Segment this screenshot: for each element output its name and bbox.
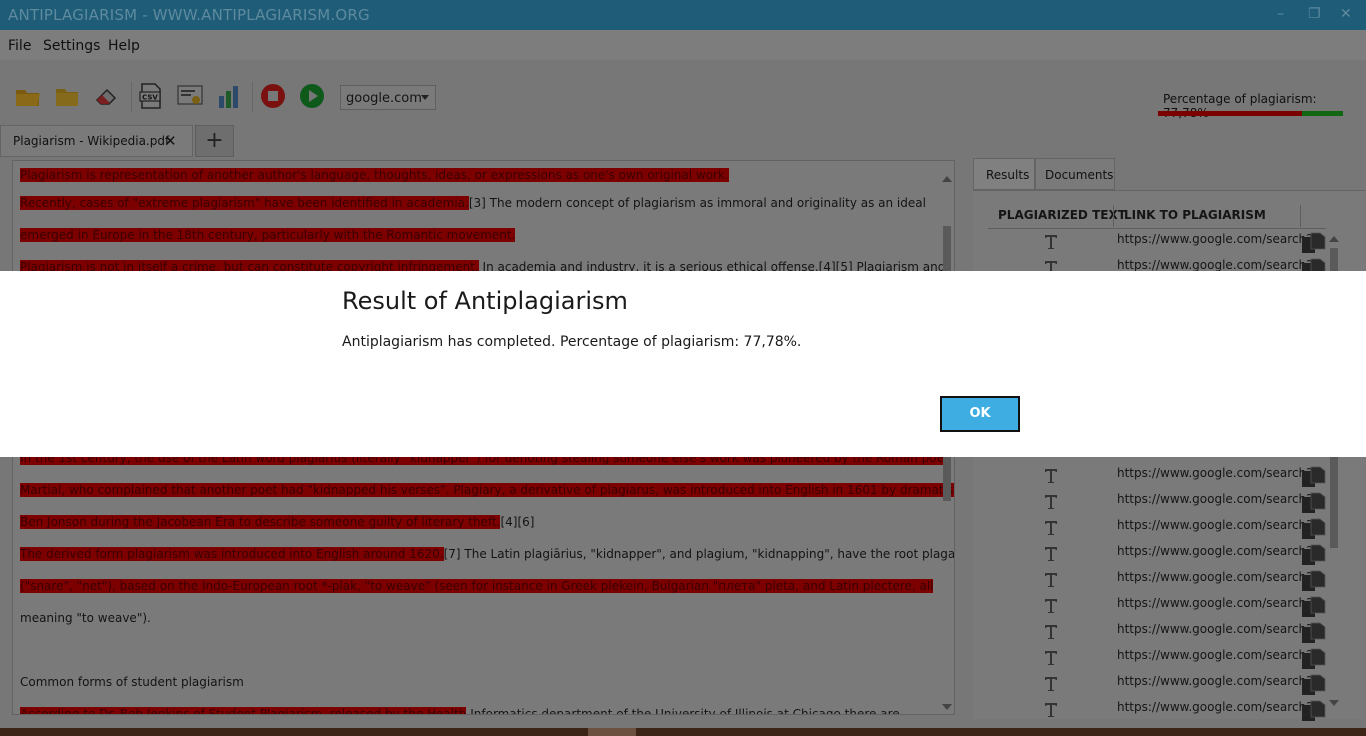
plagiarism-link[interactable]: https://www.google.com/search?q [1117,492,1320,506]
plagiarism-link[interactable]: https://www.google.com/search?q [1117,622,1320,636]
text-format-icon[interactable] [1044,650,1058,666]
title-bar: ANTIPLAGIARISM - WWW.ANTIPLAGIARISM.ORG … [0,0,1366,30]
folder-icon[interactable] [53,82,81,110]
plagiarism-link[interactable]: https://www.google.com/search?q [1117,570,1320,584]
close-tab-icon[interactable]: ✕ [164,132,177,150]
menu-file[interactable]: File [8,38,31,54]
taskbar [0,728,1366,736]
document-copy-icon[interactable] [1301,648,1327,670]
document-line: Martial, who complained that another poe… [20,483,954,497]
document-line: ("snare", "net"), based on the Indo-Euro… [20,579,934,593]
plagiarism-link[interactable]: https://www.google.com/search?q [1117,596,1320,610]
text-format-icon[interactable] [1044,598,1058,614]
document-copy-icon[interactable] [1301,622,1327,644]
chevron-down-icon [421,95,429,100]
dialog-message: Antiplagiarism has completed. Percentage… [342,334,802,350]
text-format-icon[interactable] [1044,676,1058,692]
header-divider [988,228,1326,229]
tab-document-label: Plagiarism - Wikipedia.pdf [13,134,170,148]
document-line: Recently, cases of "extreme plagiarism" … [20,196,926,210]
tab-results[interactable]: Results [973,158,1035,190]
document-copy-icon[interactable] [1301,232,1327,254]
column-header-link[interactable]: LINK TO PLAGIARISM [1124,208,1266,222]
tab-document[interactable]: Plagiarism - Wikipedia.pdf ✕ [0,125,193,157]
play-icon[interactable] [298,82,326,110]
document-line: emerged in Europe in the 18th century, p… [20,228,516,242]
search-engine-dropdown[interactable]: google.com [340,85,436,110]
certificate-icon[interactable] [176,82,204,110]
plagiarism-link[interactable]: https://www.google.com/search?q [1117,648,1320,662]
document-line: meaning "to weave"). [20,611,151,625]
plagiarism-link[interactable]: https://www.google.com/search?q [1117,518,1320,532]
scroll-up-icon[interactable] [942,176,952,182]
toolbar-separator [131,82,132,112]
text-format-icon[interactable] [1044,624,1058,640]
document-copy-icon[interactable] [1301,570,1327,592]
column-separator [1300,205,1301,227]
statistics-chart-icon[interactable] [215,82,243,110]
stop-icon[interactable] [259,82,287,110]
text-format-icon[interactable] [1044,520,1058,536]
close-window-button[interactable]: ✕ [1340,6,1352,22]
dialog-title: Result of Antiplagiarism [342,287,628,315]
plagiarism-link[interactable]: https://www.google.com/search?q [1117,700,1320,714]
document-line: Plagiarism is representation of another … [20,168,729,182]
menu-bar: File Settings Help [0,30,1366,60]
minimize-button[interactable]: – [1277,6,1284,22]
column-separator [1113,205,1114,227]
plagiarism-link[interactable]: https://www.google.com/search?q [1117,258,1320,272]
taskbar-app-button[interactable] [588,728,636,736]
document-copy-icon[interactable] [1301,674,1327,696]
scroll-down-icon[interactable] [942,704,952,710]
document-line: The derived form plagiarism was introduc… [20,547,955,561]
plagiarism-link[interactable]: https://www.google.com/search?q [1117,674,1320,688]
text-format-icon[interactable] [1044,546,1058,562]
document-copy-icon[interactable] [1301,544,1327,566]
document-line: According to Dr. Bob Jenkins of Student … [20,707,900,714]
text-format-icon[interactable] [1044,494,1058,510]
eraser-icon[interactable] [93,82,121,110]
column-header-plagiarized-text[interactable]: PLAGIARIZED TEXT [998,208,1126,222]
text-format-icon[interactable] [1044,702,1058,718]
scroll-up-icon[interactable] [1329,236,1339,242]
menu-help[interactable]: Help [108,38,140,54]
document-copy-icon[interactable] [1301,596,1327,618]
result-dialog: Result of Antiplagiarism Antiplagiarism … [0,271,1366,457]
ok-button[interactable]: OK [940,396,1020,432]
toolbar-separator [252,82,253,112]
text-format-icon[interactable] [1044,234,1058,250]
plagiarism-percentage-bar [1158,111,1343,116]
plagiarism-link[interactable]: https://www.google.com/search?q [1117,466,1320,480]
csv-export-icon[interactable]: CSV [137,82,165,110]
document-copy-icon[interactable] [1301,700,1327,722]
plagiarism-percentage-fill [1158,111,1302,116]
document-copy-icon[interactable] [1301,492,1327,514]
scroll-down-icon[interactable] [1329,700,1339,706]
plagiarism-link[interactable]: https://www.google.com/search?q [1117,544,1320,558]
document-copy-icon[interactable] [1301,518,1327,540]
plagiarism-link[interactable]: https://www.google.com/search?q [1117,232,1320,246]
add-tab-button[interactable]: + [195,125,234,157]
open-folder-icon[interactable] [14,82,42,110]
tab-documents[interactable]: Documents [1035,158,1115,190]
document-line: Ben Jonson during the Jacobean Era to de… [20,515,535,529]
menu-settings[interactable]: Settings [43,38,100,54]
document-line: Common forms of student plagiarism [20,675,244,689]
svg-text:CSV: CSV [142,94,158,102]
text-format-icon[interactable] [1044,572,1058,588]
text-format-icon[interactable] [1044,468,1058,484]
window-title: ANTIPLAGIARISM - WWW.ANTIPLAGIARISM.ORG [8,6,370,24]
document-copy-icon[interactable] [1301,466,1327,488]
maximize-button[interactable]: ❐ [1308,6,1321,22]
search-engine-value: google.com [346,91,422,106]
